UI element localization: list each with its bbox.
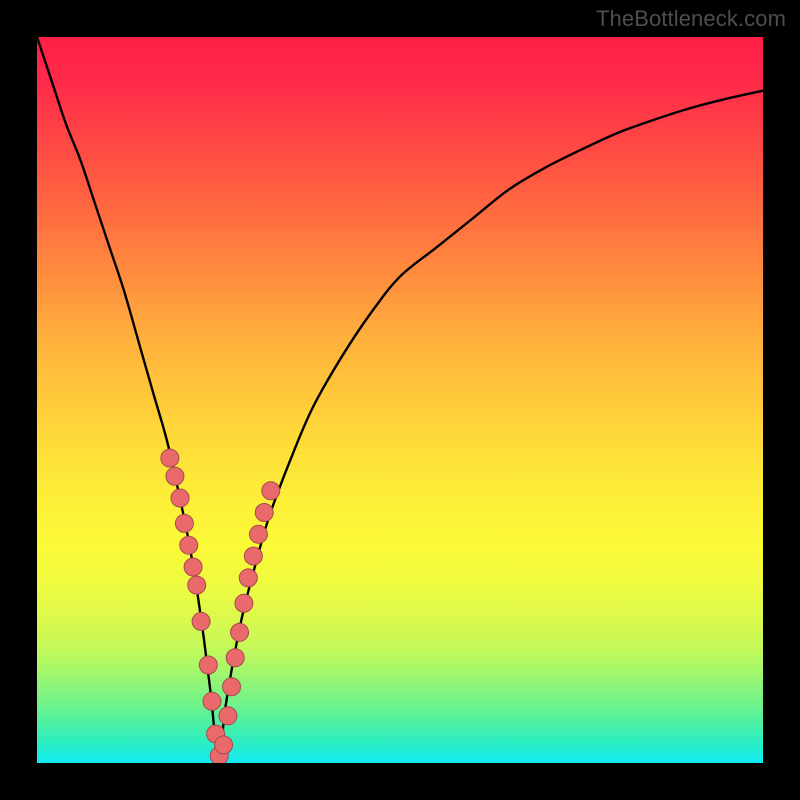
sample-point [226,649,244,667]
curve-layer [37,37,763,763]
sample-point [219,707,237,725]
sample-point [244,547,262,565]
sample-point [188,576,206,594]
sample-point [175,514,193,532]
sample-point [249,525,267,543]
sample-point [235,594,253,612]
sample-point [192,612,210,630]
sample-point [180,536,198,554]
sample-point [262,482,280,500]
sample-point [161,449,179,467]
chart-frame: TheBottleneck.com [0,0,800,800]
sample-points-group [161,449,280,763]
sample-point [184,558,202,576]
sample-point [255,504,273,522]
sample-point [203,692,221,710]
watermark-text: TheBottleneck.com [596,6,786,32]
sample-point [223,678,241,696]
plot-area [37,37,763,763]
bottleneck-curve [37,37,763,763]
sample-point [166,467,184,485]
sample-point [215,736,233,754]
sample-point [231,623,249,641]
sample-point [171,489,189,507]
sample-point [239,569,257,587]
sample-point [199,656,217,674]
